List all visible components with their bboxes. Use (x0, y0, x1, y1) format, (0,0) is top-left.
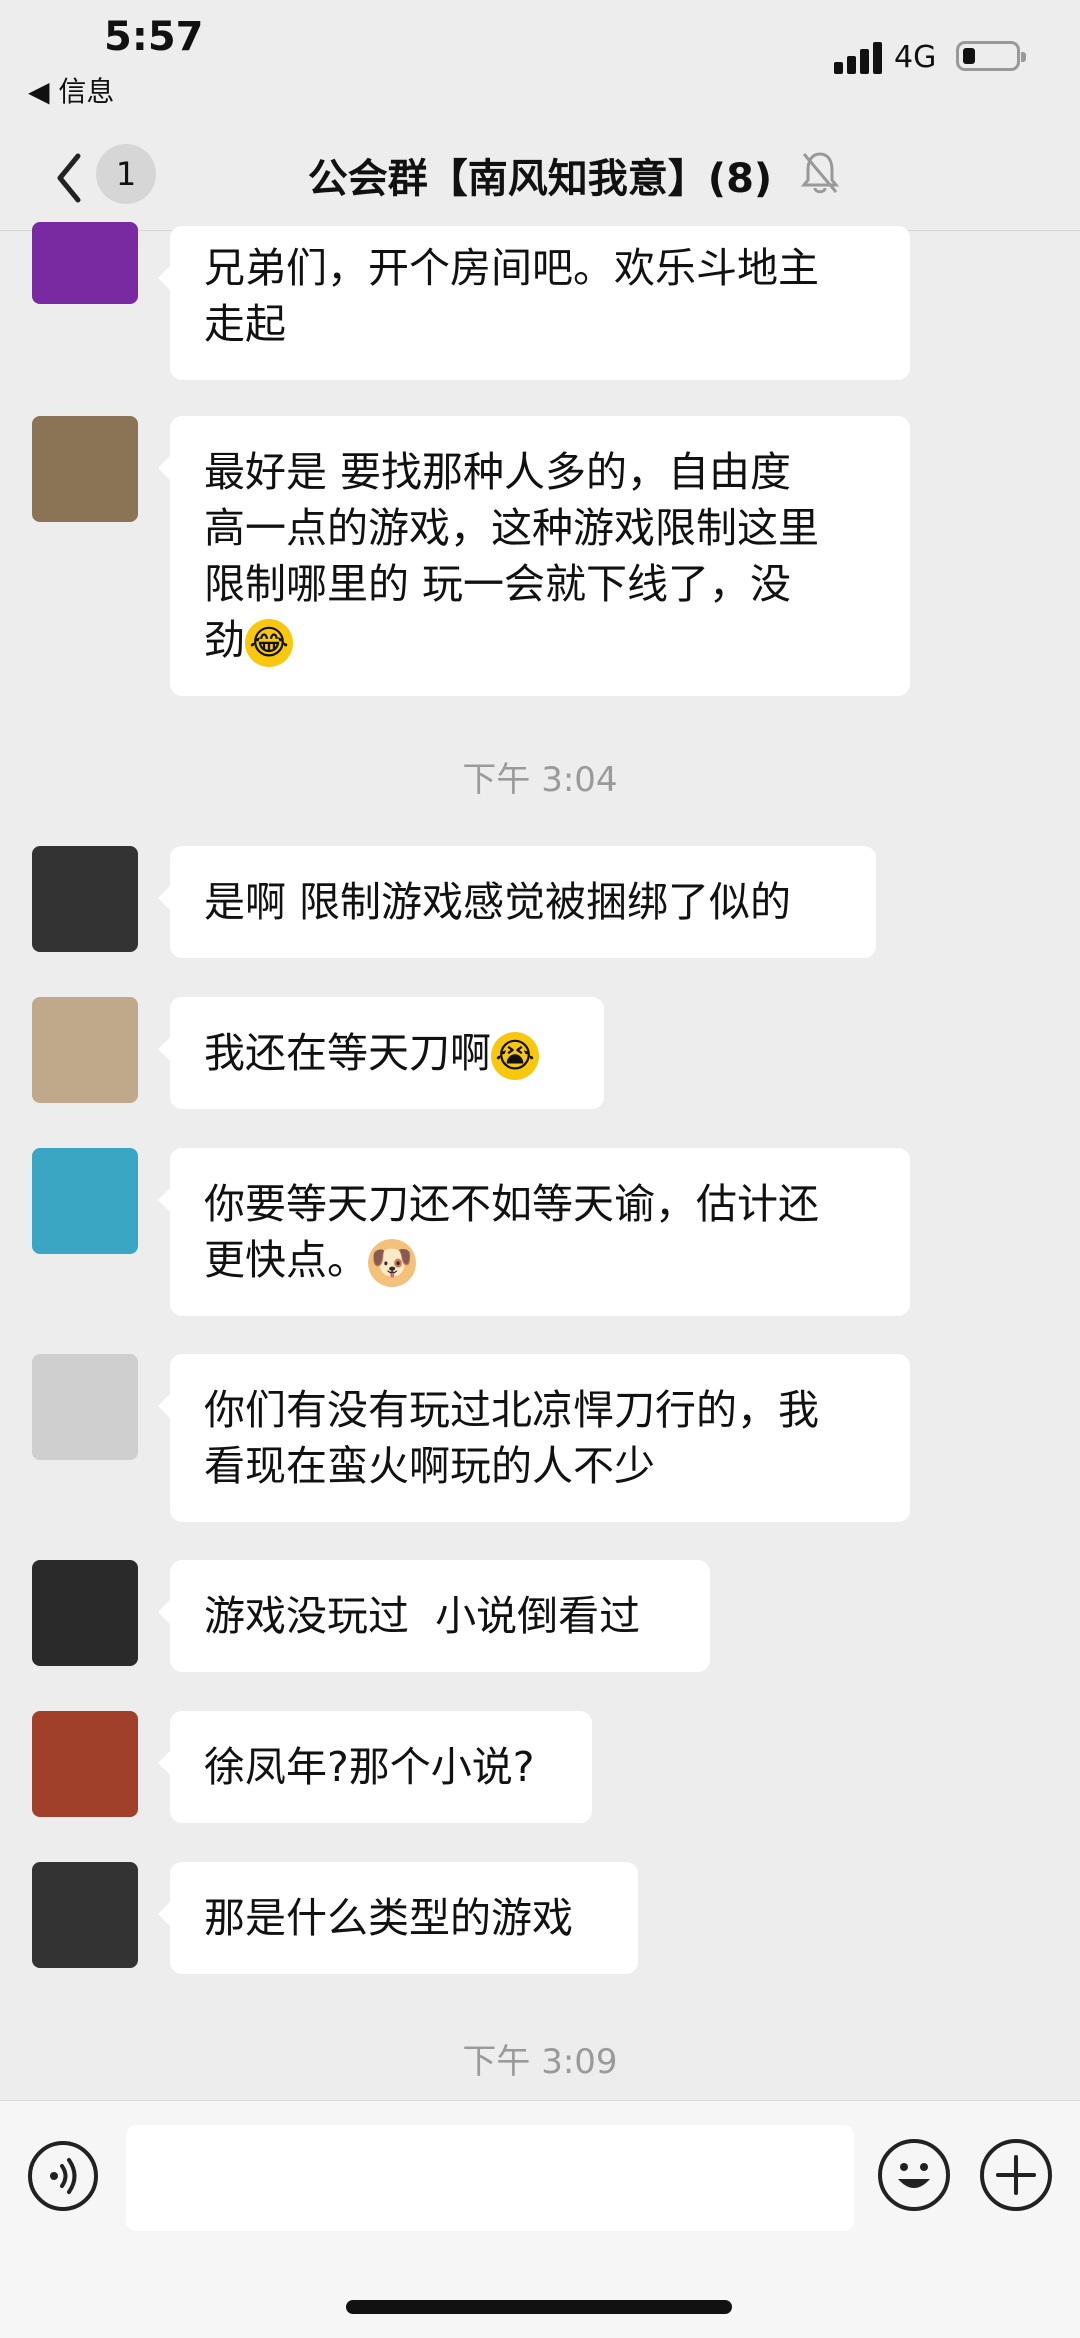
message-bubble[interactable]: 游戏没玩过 小说倒看过 (158, 1560, 710, 1672)
avatar[interactable] (32, 1862, 138, 1968)
crying-emoji-icon: 😭 (491, 1032, 539, 1080)
voice-icon[interactable] (28, 2141, 98, 2211)
laughing-emoji-icon: 😂 (245, 619, 293, 667)
plus-glyph-icon (996, 2155, 1036, 2195)
message-text: 你们有没有玩过北凉悍刀行的，我 看现在蛮火啊玩的人不少 (204, 1386, 819, 1490)
message-bubble[interactable]: 兄弟们，开个房间吧。欢乐斗地主 走起 (158, 226, 910, 380)
status-bar: 5:57 ◀ 信息 4G (0, 0, 1080, 130)
message-text: 游戏没玩过 小说倒看过 (204, 1592, 641, 1640)
message-bubble[interactable]: 你要等天刀还不如等天谕，估计还 更快点。🐶 (158, 1148, 910, 1316)
signal-icon (834, 40, 882, 74)
message-text: 是啊 限制游戏感觉被捆绑了似的 (204, 878, 792, 926)
plus-icon[interactable] (980, 2139, 1052, 2211)
timestamp: 下午 3:04 (462, 760, 618, 800)
message-bubble[interactable]: 我还在等天刀啊 😭 (158, 997, 604, 1109)
message-bubble[interactable]: 最好是 要找那种人多的，自由度 高一点的游戏，这种游戏限制这里 限制哪里的 玩一… (158, 416, 910, 696)
avatar[interactable] (32, 1711, 138, 1817)
message-bubble[interactable]: 徐凤年?那个小说? (158, 1711, 592, 1823)
chat-header: 1 公会群【南风知我意】(8) (0, 130, 1080, 231)
avatar[interactable] (32, 846, 138, 952)
message-input[interactable] (126, 2125, 854, 2231)
battery-icon (956, 41, 1026, 71)
avatar[interactable] (32, 222, 138, 304)
voice-glyph-icon (50, 2158, 77, 2194)
chat-title: 公会群【南风知我意】(8) (307, 156, 773, 202)
avatar[interactable] (32, 1148, 138, 1254)
doge-emoji-icon: 🐶 (368, 1239, 416, 1287)
message-text: 那是什么类型的游戏 (204, 1894, 573, 1942)
message-text: 徐凤年?那个小说? (204, 1743, 535, 1791)
back-to-app-link[interactable]: ◀ 信息 (28, 70, 114, 110)
avatar[interactable] (32, 1354, 138, 1460)
avatar[interactable] (32, 416, 138, 522)
network-label: 4G (894, 40, 937, 75)
smiley-glyph-icon (898, 2163, 930, 2188)
message-text: 我还在等天刀啊 (204, 1029, 491, 1077)
avatar[interactable] (32, 1560, 138, 1666)
emoji-icon[interactable] (878, 2139, 950, 2211)
message-text: 你要等天刀还不如等天谕，估计还 更快点。 (204, 1180, 819, 1284)
message-bubble[interactable]: 那是什么类型的游戏 (158, 1862, 638, 1974)
status-time: 5:57 (104, 14, 204, 60)
message-text: 兄弟们，开个房间吧。欢乐斗地主 走起 (204, 244, 819, 348)
timestamp: 下午 3:09 (462, 2042, 618, 2082)
message-bubble[interactable]: 是啊 限制游戏感觉被捆绑了似的 (158, 846, 876, 958)
avatar[interactable] (32, 997, 138, 1103)
message-text: 最好是 要找那种人多的，自由度 高一点的游戏，这种游戏限制这里 限制哪里的 玩一… (204, 448, 819, 664)
home-indicator[interactable] (346, 2300, 732, 2314)
message-bubble[interactable]: 你们有没有玩过北凉悍刀行的，我 看现在蛮火啊玩的人不少 (158, 1354, 910, 1522)
mute-bell-icon (800, 152, 840, 194)
